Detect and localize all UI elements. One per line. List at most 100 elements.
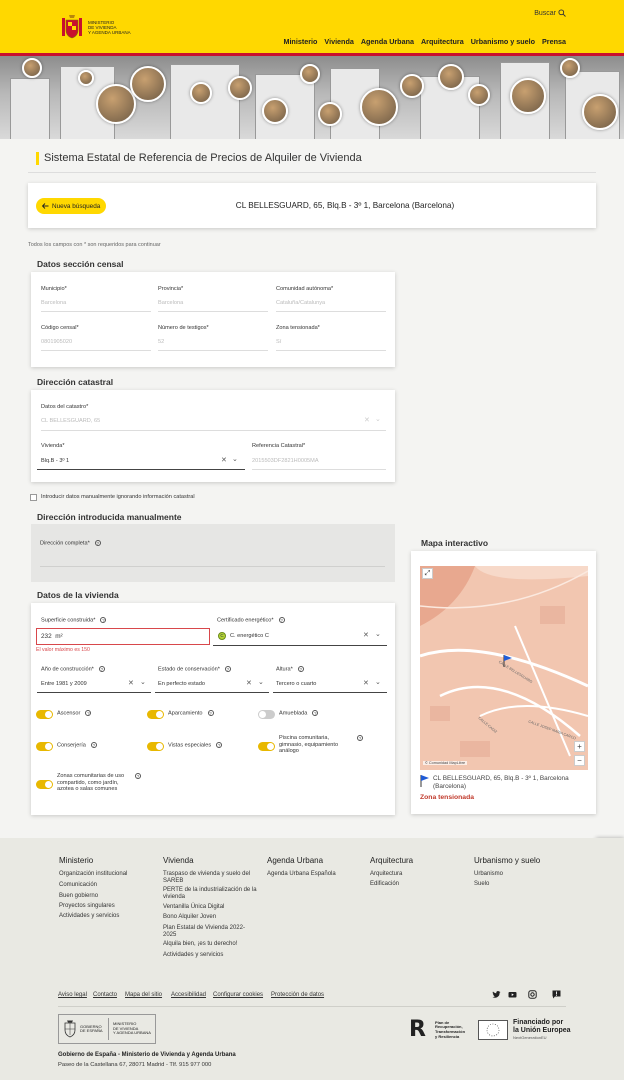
help-icon[interactable]: ? <box>85 710 92 716</box>
vistas-toggle[interactable] <box>147 742 164 751</box>
altura-select[interactable]: Tercero o cuarto <box>276 681 316 687</box>
footer-link[interactable]: Actividades y servicios <box>163 952 223 959</box>
help-icon[interactable]: ? <box>216 742 223 748</box>
instagram-icon[interactable] <box>528 990 537 999</box>
certificado-select[interactable]: C. energético C <box>230 633 269 639</box>
estado-clear-icon[interactable]: ✕ <box>246 679 252 687</box>
footer-cookies[interactable]: Configurar cookies <box>213 992 263 998</box>
gov-logo-ministry3: y Agenda Urbana <box>113 1030 151 1036</box>
footer-link[interactable]: Ventanilla Única Digital <box>163 904 224 911</box>
nav-urbanismo[interactable]: Urbanismo y suelo <box>471 37 535 46</box>
footer-contacto[interactable]: Contacto <box>93 992 117 998</box>
feedback-icon[interactable] <box>552 990 561 999</box>
nav-agenda-urbana[interactable]: Agenda Urbana <box>361 37 414 46</box>
altura-chevron-down-icon[interactable]: ⌄ <box>375 678 381 686</box>
page-title: Sistema Estatal de Referencia de Precios… <box>36 152 362 165</box>
title-divider <box>28 172 596 173</box>
footer-link[interactable]: PERTE de la industrialización de la vivi… <box>163 887 258 901</box>
help-icon[interactable]: ? <box>224 666 231 672</box>
footer-link[interactable]: Buen gobierno <box>59 893 98 900</box>
zonas-comunitarias-toggle[interactable] <box>36 780 53 789</box>
footer-link[interactable]: Alquila bien, ¡es tu derecho! <box>163 941 237 948</box>
help-icon[interactable]: ? <box>100 617 107 623</box>
catastro-select[interactable]: CL BELLESGUARD, 65 <box>41 418 100 424</box>
help-icon[interactable]: ? <box>297 666 304 672</box>
vivienda-chevron-down-icon[interactable]: ⌄ <box>232 455 238 463</box>
conserjeria-label: Conserjería <box>57 742 86 749</box>
footer-col-title-urbanismo: Urbanismo y suelo <box>474 856 541 865</box>
anio-clear-icon[interactable]: ✕ <box>128 679 134 687</box>
certificado-clear-icon[interactable]: ✕ <box>363 631 369 639</box>
new-search-button[interactable]: Nueva búsqueda <box>36 198 107 214</box>
footer-link[interactable]: Actividades y servicios <box>59 913 119 920</box>
footer-link[interactable]: Urbanismo <box>474 871 503 878</box>
censal-card <box>31 272 395 367</box>
footer-link[interactable]: Bono Alquiler Joven <box>163 914 216 921</box>
nav-vivienda[interactable]: Vivienda <box>324 37 353 46</box>
map-attribution[interactable]: © Comunidad MapLibre <box>423 761 468 765</box>
anio-chevron-down-icon[interactable]: ⌄ <box>140 678 146 686</box>
vivienda-clear-icon[interactable]: ✕ <box>221 456 227 464</box>
nav-ministerio[interactable]: Ministerio <box>283 37 317 46</box>
aparcamiento-toggle[interactable] <box>147 710 164 719</box>
footer-link[interactable]: Proyectos singulares <box>59 903 115 910</box>
anio-select[interactable]: Entre 1981 y 2009 <box>41 681 87 687</box>
altura-clear-icon[interactable]: ✕ <box>363 679 369 687</box>
catastro-label: Datos del catastro* <box>41 404 89 410</box>
eu-funding-logo[interactable]: Financiado por la Unión Europea NextGene… <box>478 1019 571 1040</box>
footer-link[interactable]: Suelo <box>474 881 489 888</box>
vivienda-select[interactable]: Blq.B - 3º 1 <box>41 458 69 464</box>
footer-link[interactable]: Organización institucional <box>59 871 127 878</box>
footer-link[interactable]: Agenda Urbana Española <box>267 871 336 878</box>
eu-flag-icon <box>478 1019 508 1040</box>
map-zoom-out-button[interactable]: − <box>574 755 585 766</box>
footer-mapa-sitio[interactable]: Mapa del sitio <box>125 992 162 998</box>
nav-arquitectura[interactable]: Arquitectura <box>421 37 464 46</box>
footer-link[interactable]: Arquitectura <box>370 871 402 878</box>
search-link[interactable]: Buscar <box>534 9 566 17</box>
recovery-plan-logo[interactable]: R Plan de Recuperación, Transformación y… <box>409 1019 465 1041</box>
recovery-plan-r-icon: R <box>409 1017 426 1042</box>
estado-chevron-down-icon[interactable]: ⌄ <box>258 678 264 686</box>
ministry-logo[interactable]: Ministerio de Vivienda y Agenda Urbana <box>60 14 148 40</box>
youtube-icon[interactable] <box>508 990 517 999</box>
conserjeria-toggle[interactable] <box>36 742 53 751</box>
help-icon[interactable]: ? <box>312 710 319 716</box>
footer-link[interactable]: Edificación <box>370 881 399 888</box>
twitter-icon[interactable] <box>492 990 501 999</box>
comunidad-value: Cataluña/Catalunya <box>276 300 326 306</box>
superficie-unit: m² <box>55 633 63 640</box>
estado-select[interactable]: En perfecto estado <box>158 681 205 687</box>
help-icon[interactable]: ? <box>98 666 105 672</box>
vivienda-label: Vivienda* <box>41 443 65 449</box>
footer-col-title-arquitectura: Arquitectura <box>370 856 414 865</box>
help-icon[interactable]: ? <box>90 742 97 748</box>
help-icon[interactable]: ? <box>357 735 363 741</box>
catastral-section-title: Dirección catastral <box>37 377 114 387</box>
testigos-label: Número de testigos* <box>158 325 209 331</box>
help-icon[interactable]: ? <box>94 540 101 546</box>
nav-prensa[interactable]: Prensa <box>542 37 566 46</box>
piscina-toggle[interactable] <box>258 742 275 751</box>
footer-aviso-legal[interactable]: Aviso legal <box>58 992 87 998</box>
help-icon[interactable]: ? <box>135 773 141 779</box>
footer-link[interactable]: Comunicación <box>59 882 97 889</box>
catastro-chevron-down-icon[interactable]: ⌄ <box>375 415 381 423</box>
footer-accesibilidad[interactable]: Accesibilidad <box>171 992 206 998</box>
map-zoom-in-button[interactable]: + <box>574 741 585 752</box>
amueblada-toggle[interactable] <box>258 710 275 719</box>
manual-entry-checkbox[interactable] <box>30 494 37 501</box>
certificado-chevron-down-icon[interactable]: ⌄ <box>375 630 381 638</box>
coat-of-arms-icon <box>64 1020 76 1038</box>
footer-proteccion-datos[interactable]: Protección de datos <box>271 992 324 998</box>
piscina-label: Piscina comunitaria, gimnasio, equipamie… <box>279 735 339 754</box>
ascensor-toggle[interactable] <box>36 710 53 719</box>
footer-link[interactable]: Traspaso de vivienda y suelo del SAREB <box>163 871 258 885</box>
fullscreen-icon[interactable]: ⤢ <box>422 568 433 579</box>
gobierno-logo[interactable]: Gobierno de España Ministerio de Viviend… <box>58 1014 156 1044</box>
zona-tensionada-value: Sí <box>276 339 282 345</box>
help-icon[interactable]: ? <box>278 617 285 623</box>
help-icon[interactable]: ? <box>207 710 214 716</box>
footer-link[interactable]: Plan Estatal de Vivienda 2022-2025 <box>163 925 258 939</box>
catastro-clear-icon[interactable]: ✕ <box>364 416 370 424</box>
